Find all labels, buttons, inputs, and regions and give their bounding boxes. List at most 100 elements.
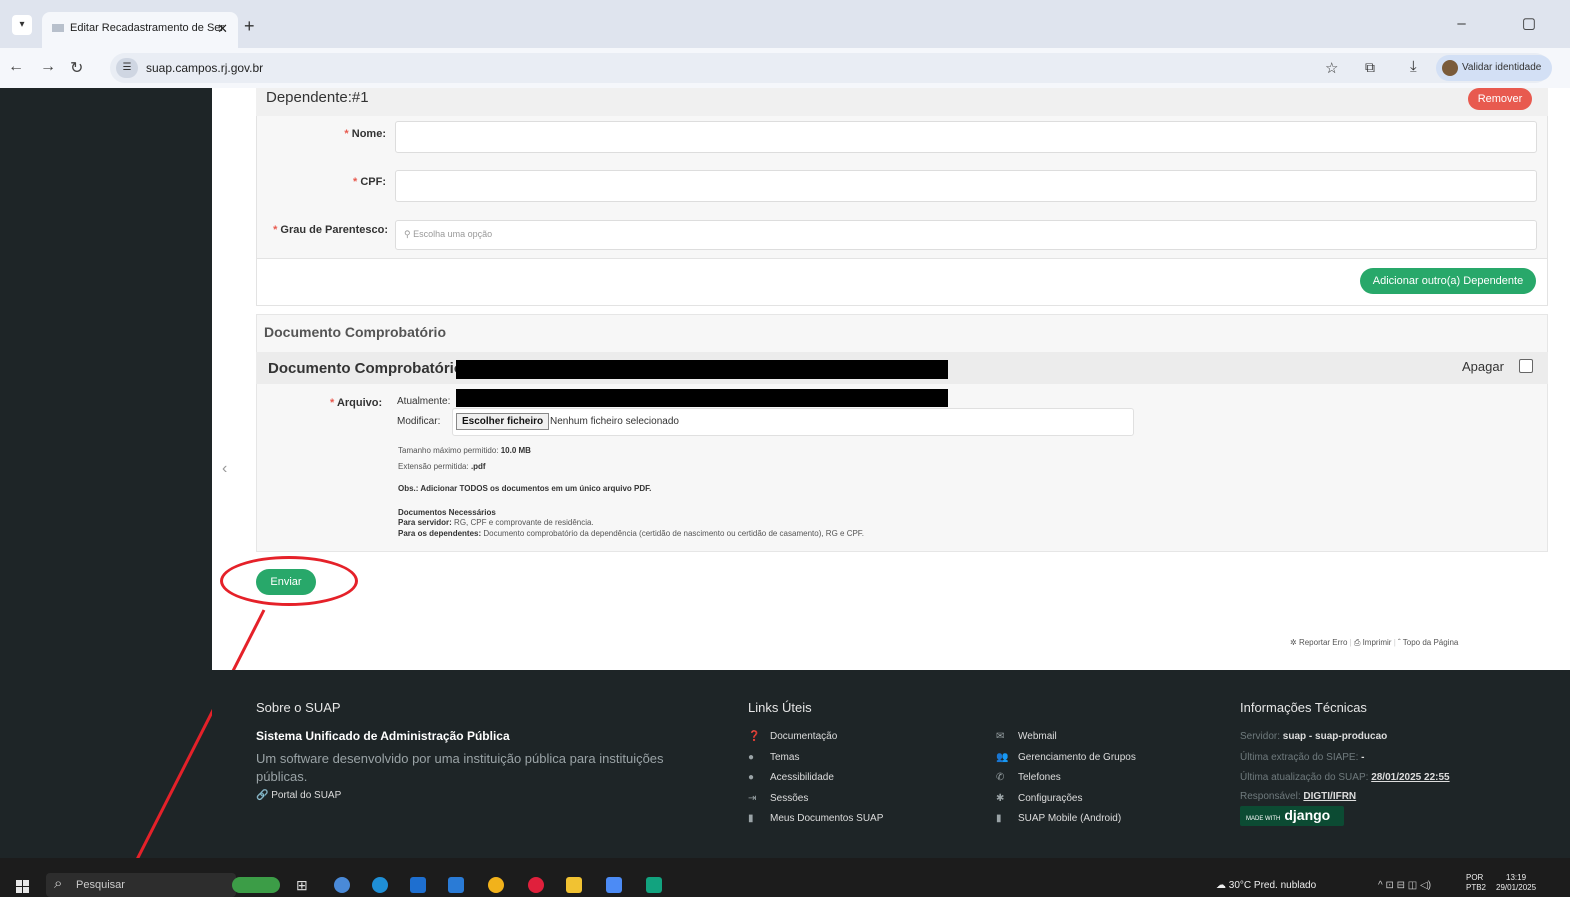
link-sessoes[interactable]: ⇥ Sessões — [748, 793, 808, 804]
palette-icon: ● — [748, 752, 755, 763]
reload-icon[interactable]: ↻ — [70, 58, 83, 78]
edge-icon[interactable] — [372, 877, 388, 893]
link-suap-mobile[interactable]: ▮ SUAP Mobile (Android) — [996, 813, 1121, 824]
mail-icon: ✉ — [996, 731, 1005, 742]
atualmente-label: Atualmente: — [397, 396, 451, 407]
bookmark-star-icon[interactable]: ☆ — [1325, 59, 1338, 77]
window-controls[interactable]: – ▢ — [1457, 14, 1562, 32]
max-size-hint: Tamanho máximo permitido: 10.0 MB — [398, 446, 531, 455]
annotation-circle — [220, 556, 358, 606]
profile-avatar-icon — [1442, 60, 1458, 76]
para-servidor-hint: Para servidor: RG, CPF e comprovante de … — [398, 518, 594, 527]
back-arrow-icon[interactable]: ← — [8, 58, 24, 76]
language-indicator[interactable]: POR PTB2 — [1466, 873, 1486, 893]
link-temas[interactable]: ● Temas — [748, 752, 799, 763]
link-configuracoes[interactable]: ✱ Configurações — [996, 793, 1082, 804]
app-icon-1[interactable] — [334, 877, 350, 893]
nome-label: * Nome: — [344, 128, 386, 140]
task-view-icon[interactable]: ⊞ — [296, 877, 312, 893]
sidebar — [0, 88, 212, 858]
grau-label: * Grau de Parentesco: — [273, 224, 388, 236]
modificar-label: Modificar: — [397, 416, 441, 427]
reportar-erro-link[interactable]: Reportar Erro — [1299, 638, 1347, 647]
link-grupos[interactable]: 👥 Gerenciamento de Grupos — [996, 752, 1136, 763]
clock[interactable]: 13:19 29/01/2025 — [1496, 873, 1536, 893]
dependente-header — [256, 88, 1548, 116]
browser-tab[interactable]: Editar Recadastramento de Ser ✕ — [42, 12, 238, 48]
cpf-input[interactable] — [395, 170, 1537, 202]
apagar-label: Apagar — [1462, 359, 1504, 374]
chrome-active-icon[interactable] — [606, 877, 622, 893]
bug-icon: ✲ — [1290, 638, 1299, 647]
nome-input[interactable] — [395, 121, 1537, 153]
gear-icon: ✱ — [996, 793, 1005, 804]
redaction-bar — [456, 360, 948, 379]
validar-label: Validar identidade — [1462, 62, 1542, 73]
mobile-icon: ▮ — [996, 813, 1002, 824]
documento-section-title: Documento Comprobatório — [264, 324, 446, 340]
phone-icon: ✆ — [996, 772, 1005, 783]
print-icon: ⎙ — [1353, 638, 1363, 647]
grau-parentesco-select[interactable]: ⚲ Escolha uma opção — [395, 220, 1537, 250]
topo-link[interactable]: Topo da Página — [1403, 638, 1459, 647]
search-icon: ⚲ — [404, 229, 414, 239]
favicon-icon — [52, 24, 64, 33]
app-icon-2[interactable] — [646, 877, 662, 893]
accessibility-icon: ● — [748, 772, 755, 783]
new-tab-button[interactable]: + — [244, 16, 255, 37]
taskbar-search[interactable]: ⌕ Pesquisar — [46, 873, 236, 897]
mail-app-icon[interactable] — [448, 877, 464, 893]
link-acessibilidade[interactable]: ● Acessibilidade — [748, 772, 834, 783]
folder-icon[interactable] — [566, 877, 582, 893]
site-info-icon[interactable]: ☰ — [116, 58, 138, 78]
windows-start-icon[interactable] — [16, 880, 30, 893]
obs-hint: Obs.: Adicionar TODOS os documentos em u… — [398, 484, 652, 493]
link-webmail[interactable]: ✉ Webmail — [996, 731, 1057, 742]
tab-search-icon[interactable]: ▾ — [12, 15, 32, 35]
add-dependente-button[interactable]: Adicionar outro(a) Dependente — [1360, 268, 1536, 294]
extensions-icon[interactable]: ⧉ — [1365, 59, 1375, 76]
link-telefones[interactable]: ✆ Telefones — [996, 772, 1061, 783]
no-file-text: Nenhum ficheiro selecionado — [550, 416, 679, 427]
signin-icon: ⇥ — [748, 793, 757, 804]
servidor-info: Servidor: suap - suap-producao — [1240, 731, 1388, 742]
responsavel-link[interactable]: DIGTI/IFRN — [1303, 791, 1356, 802]
forward-arrow-icon[interactable]: → — [40, 58, 56, 76]
portal-link[interactable]: 🔗 Portal do SUAP — [256, 790, 341, 801]
escolher-ficheiro-button[interactable]: Escolher ficheiro — [456, 413, 550, 430]
tech-heading: Informações Técnicas — [1240, 700, 1367, 715]
imprimir-link[interactable]: Imprimir — [1363, 638, 1392, 647]
add-row — [256, 258, 1548, 306]
grau-placeholder: Escolha uma opção — [413, 229, 493, 239]
remover-button[interactable]: Remover — [1468, 88, 1532, 110]
chrome-icon[interactable] — [488, 877, 504, 893]
tab-close-icon[interactable]: ✕ — [217, 21, 228, 37]
sidebar-collapse-icon[interactable]: ‹ — [222, 460, 227, 478]
sobre-description: Um software desenvolvido por uma institu… — [256, 751, 664, 784]
sobre-strong: Sistema Unificado de Administração Públi… — [256, 729, 510, 743]
opera-icon[interactable] — [528, 877, 544, 893]
widget-icon[interactable] — [232, 877, 280, 893]
links-heading: Links Úteis — [748, 700, 812, 715]
download-icon[interactable]: ⤓ — [1410, 58, 1417, 75]
documento-title: Documento Comprobatório: — [268, 360, 468, 377]
store-icon[interactable] — [410, 877, 426, 893]
arquivo-label: * Arquivo: — [330, 397, 383, 409]
weather-widget[interactable]: ☁ 30°C Pred. nublado — [1216, 880, 1316, 891]
search-icon: ⌕ — [54, 875, 63, 892]
apagar-checkbox[interactable] — [1519, 359, 1533, 373]
dependente-title: Dependente:#1 — [266, 89, 369, 106]
system-tray-icons[interactable]: ^ ⊡ ⊟ ◫ ◁) — [1378, 880, 1431, 891]
django-badge: MADE WITH django — [1240, 806, 1344, 826]
sobre-heading: Sobre o SUAP — [256, 700, 341, 715]
responsavel-info: Responsável: DIGTI/IFRN — [1240, 791, 1357, 802]
users-icon: 👥 — [996, 752, 1009, 763]
cpf-label: * CPF: — [352, 176, 386, 188]
document-icon: ▮ — [748, 813, 754, 824]
link-documentacao[interactable]: ❓ Documentação — [748, 731, 837, 742]
validar-identidade-button[interactable]: Validar identidade — [1436, 55, 1552, 81]
link-meus-documentos[interactable]: ▮ Meus Documentos SUAP — [748, 813, 883, 824]
link-icon: 🔗 — [256, 790, 272, 801]
siape-info: Última extração do SIAPE: - — [1240, 752, 1365, 763]
atualizacao-link[interactable]: 28/01/2025 22:55 — [1371, 772, 1449, 783]
